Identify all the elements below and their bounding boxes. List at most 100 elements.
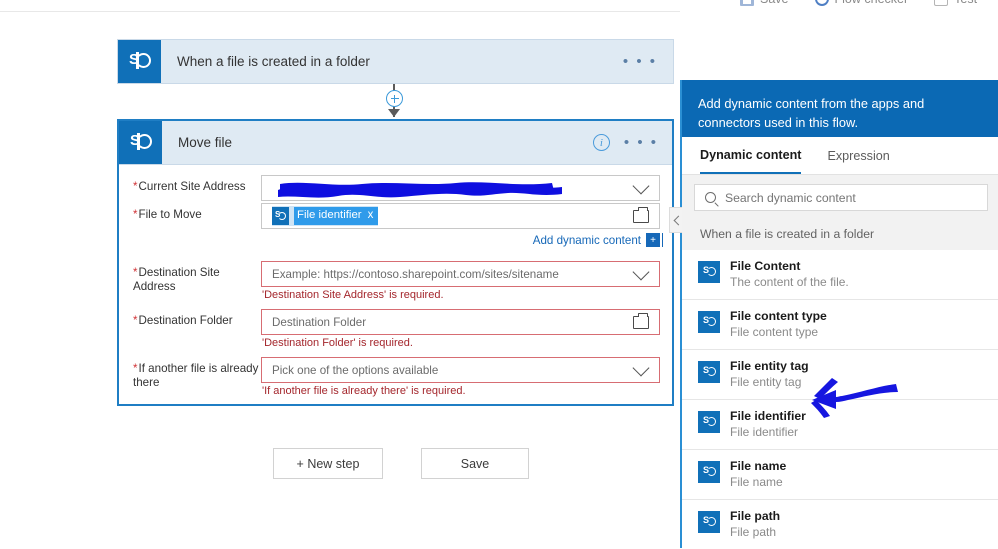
list-item[interactable]: S File path File path [682, 500, 998, 549]
list-item[interactable]: S File content type File content type [682, 300, 998, 350]
required-asterisk: * [133, 362, 138, 375]
flow-canvas: S When a file is created in a folder • •… [0, 12, 680, 548]
search-dynamic-content-input[interactable]: Search dynamic content [694, 184, 988, 211]
field-label-if-another-file: *If another file is already there [133, 362, 259, 389]
dynamic-content-list: S File Content The content of the file. … [682, 250, 998, 549]
list-item[interactable]: S File entity tag File entity tag [682, 350, 998, 400]
sharepoint-icon: S [698, 411, 720, 433]
sharepoint-icon: S [698, 511, 720, 533]
add-dynamic-content-row: Add dynamic content + [261, 233, 663, 247]
list-item-description: File path [730, 525, 777, 539]
field-label-destination-folder: *Destination Folder [133, 314, 233, 327]
if-another-file-error: 'If another file is already there' is re… [262, 385, 466, 397]
redaction-scribble [278, 182, 562, 198]
field-row-destination-site-address: *Destination Site Address Example: https… [119, 261, 672, 301]
list-item-file-identifier[interactable]: S File identifier File identifier [682, 400, 998, 450]
test-icon [934, 0, 949, 6]
dynamic-token-chip[interactable]: S File identifier x [272, 206, 379, 226]
save-button[interactable]: Save [421, 448, 529, 479]
sharepoint-icon: S [272, 207, 289, 225]
sharepoint-icon: S [698, 361, 720, 383]
token-label: File identifier [294, 207, 365, 225]
list-item-description: File name [730, 475, 783, 489]
flow-checker-icon [814, 0, 829, 6]
field-row-file-to-move: *File to Move S File identifier x Add dy… [119, 203, 672, 247]
new-step-button[interactable]: + New step [273, 448, 383, 479]
dynamic-content-panel: Add dynamic content from the apps and co… [669, 80, 998, 549]
dynamic-content-group-title: When a file is created in a folder [682, 220, 998, 250]
field-label-current-site-address: *Current Site Address [133, 180, 246, 193]
canvas-action-buttons: + New step Save [273, 448, 529, 479]
action-card-header: S Move file i • • • [119, 121, 672, 165]
chevron-down-icon[interactable] [632, 177, 650, 194]
action-card-move-file[interactable]: S Move file i • • • *Current Site Addres… [117, 119, 674, 406]
required-asterisk: * [133, 180, 138, 193]
panel-search-area: Search dynamic content [682, 175, 998, 220]
sharepoint-icon: S [698, 311, 720, 333]
toolbar-flow-checker-label: Flow checker [835, 0, 909, 6]
destination-site-address-input[interactable]: Example: https://contoso.sharepoint.com/… [261, 261, 660, 287]
toolbar-save-label: Save [760, 0, 789, 6]
add-dynamic-content-link[interactable]: Add dynamic content [533, 234, 641, 247]
insert-step-plus-icon[interactable] [386, 90, 403, 107]
list-item-title: File name [730, 459, 787, 473]
list-item[interactable]: S File Content The content of the file. [682, 250, 998, 300]
destination-folder-input[interactable]: Destination Folder [261, 309, 660, 335]
required-asterisk: * [133, 314, 138, 327]
if-another-file-select[interactable]: Pick one of the options available [261, 357, 660, 383]
panel-header: Add dynamic content from the apps and co… [682, 80, 998, 137]
tab-dynamic-content[interactable]: Dynamic content [700, 138, 802, 174]
chevron-down-icon[interactable] [632, 263, 650, 280]
sharepoint-icon: S [698, 261, 720, 283]
flow-connector [384, 84, 404, 117]
field-row-current-site-address: *Current Site Address [119, 175, 672, 201]
save-icon [740, 0, 754, 6]
search-icon [705, 192, 716, 203]
action-card-form: *Current Site Address *File to Move S Fi… [119, 165, 672, 397]
action-card-menu-icon[interactable]: • • • [624, 135, 658, 150]
top-toolbar: Save Flow checker Test [0, 0, 998, 11]
search-placeholder: Search dynamic content [725, 190, 856, 205]
destination-site-address-placeholder: Example: https://contoso.sharepoint.com/… [272, 267, 559, 281]
folder-picker-icon[interactable] [633, 206, 649, 223]
list-item-description: The content of the file. [730, 275, 849, 289]
list-item-description: File entity tag [730, 375, 802, 389]
sharepoint-icon: S [119, 121, 162, 164]
add-dynamic-content-button[interactable]: + [646, 233, 663, 247]
field-label-file-to-move: *File to Move [133, 208, 202, 221]
field-row-if-another-file: *If another file is already there Pick o… [119, 357, 672, 397]
destination-folder-placeholder: Destination Folder [272, 315, 367, 329]
required-asterisk: * [133, 266, 138, 279]
destination-folder-error: 'Destination Folder' is required. [262, 337, 413, 349]
destination-site-address-error: 'Destination Site Address' is required. [262, 289, 444, 301]
required-asterisk: * [133, 208, 138, 221]
info-icon[interactable]: i [592, 134, 610, 151]
toolbar-test-button[interactable]: Test [934, 0, 977, 6]
trigger-card-menu-icon[interactable]: • • • [623, 54, 657, 69]
list-item-description: File content type [730, 325, 819, 339]
toolbar-flow-checker-button[interactable]: Flow checker [814, 0, 909, 6]
list-item-title: File identifier [730, 409, 806, 423]
trigger-card[interactable]: S When a file is created in a folder • •… [117, 39, 674, 84]
trigger-card-title: When a file is created in a folder [177, 54, 370, 69]
toolbar-save-button[interactable]: Save [740, 0, 789, 6]
connector-arrow-icon [388, 109, 400, 117]
file-to-move-input[interactable]: S File identifier x [261, 203, 660, 229]
panel-tabs: Dynamic content Expression [682, 137, 998, 175]
field-row-destination-folder: *Destination Folder Destination Folder '… [119, 309, 672, 349]
list-item-title: File entity tag [730, 359, 809, 373]
tab-expression[interactable]: Expression [827, 138, 889, 174]
list-item-title: File Content [730, 259, 801, 273]
remove-token-icon[interactable]: x [364, 207, 379, 225]
folder-picker-icon[interactable] [633, 312, 649, 329]
sharepoint-icon: S [118, 40, 161, 83]
list-item[interactable]: S File name File name [682, 450, 998, 500]
action-card-title: Move file [178, 135, 233, 150]
sharepoint-icon: S [698, 461, 720, 483]
collapse-panel-chevron-icon[interactable] [669, 207, 682, 233]
current-site-address-input[interactable] [261, 175, 660, 201]
field-label-destination-site-address: *Destination Site Address [133, 266, 220, 293]
chevron-down-icon[interactable] [632, 359, 650, 376]
if-another-file-placeholder: Pick one of the options available [272, 363, 439, 377]
toolbar-test-label: Test [954, 0, 977, 6]
